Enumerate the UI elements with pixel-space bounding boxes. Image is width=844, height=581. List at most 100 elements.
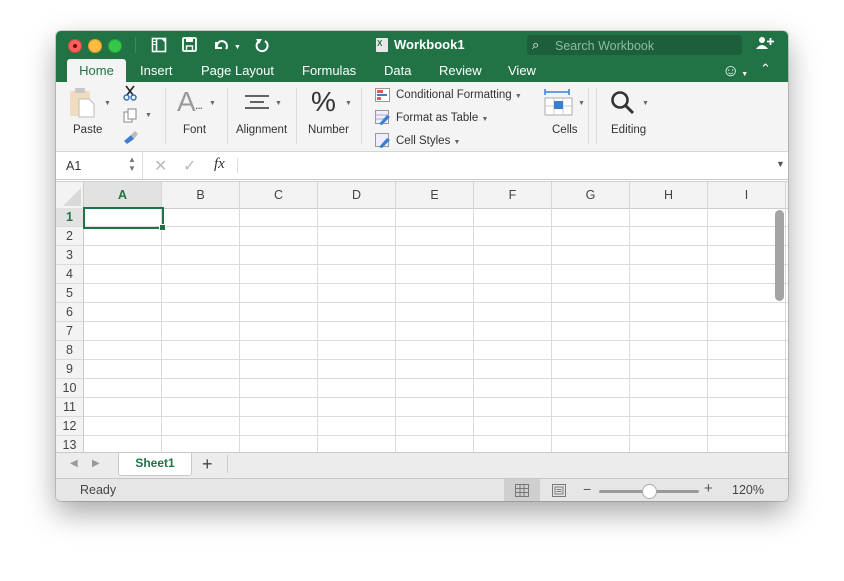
column-header-i[interactable]: I — [708, 182, 786, 208]
font-icon[interactable]: A — [177, 88, 196, 116]
tab-formulas[interactable]: Formulas — [302, 59, 356, 82]
column-header-a[interactable]: A — [84, 182, 162, 208]
name-box[interactable]: A1 — [66, 159, 81, 173]
row-header-11[interactable]: 11 — [56, 398, 84, 417]
name-box-stepper-icon[interactable]: ▲ ▼ — [128, 155, 136, 173]
divider — [596, 88, 597, 144]
paste-dropdown-icon[interactable]: ▼ — [104, 100, 111, 107]
gridline — [84, 359, 788, 360]
column-header-d[interactable]: D — [318, 182, 396, 208]
cells-icon[interactable] — [544, 88, 574, 116]
column-header-e[interactable]: E — [396, 182, 474, 208]
cancel-icon[interactable]: ✕ — [154, 156, 167, 176]
minimize-button[interactable] — [88, 39, 102, 53]
cells-dropdown-icon[interactable]: ▼ — [578, 100, 585, 107]
sheet-tab-sheet1[interactable]: Sheet1 — [118, 453, 192, 476]
tab-home[interactable]: Home — [67, 59, 126, 82]
tab-view[interactable]: View — [508, 59, 536, 82]
sidebar-icon[interactable] — [151, 37, 167, 53]
number-dropdown-icon[interactable]: ▼ — [345, 100, 352, 107]
normal-view-button[interactable] — [504, 479, 540, 501]
previous-sheet-icon[interactable]: ◀ — [70, 458, 78, 469]
editing-dropdown-icon[interactable]: ▼ — [642, 100, 649, 107]
column-header-h[interactable]: H — [630, 182, 708, 208]
collapse-ribbon-icon[interactable]: ⌃ — [760, 61, 771, 77]
tab-page-layout[interactable]: Page Layout — [201, 59, 274, 82]
conditional-formatting-label: Conditional Formatting — [396, 89, 512, 101]
next-sheet-icon[interactable]: ▶ — [92, 458, 100, 469]
window-title: Workbook1 — [394, 37, 465, 52]
status-bar: Ready − + 120% — [56, 478, 788, 501]
enter-icon[interactable]: ✓ — [183, 156, 196, 176]
percent-icon[interactable]: % — [311, 87, 336, 117]
page-layout-view-icon[interactable] — [552, 484, 566, 497]
zoom-level[interactable]: 120% — [732, 483, 764, 497]
cell-styles-icon[interactable] — [375, 133, 391, 148]
selected-cell[interactable] — [83, 207, 166, 231]
zoom-slider-thumb[interactable] — [642, 484, 657, 499]
alignment-dropdown-icon[interactable]: ▼ — [275, 100, 282, 107]
insert-function-button[interactable]: fx — [214, 156, 225, 173]
select-all-button[interactable] — [61, 188, 81, 206]
close-button[interactable] — [68, 39, 82, 53]
excel-document-icon — [376, 38, 388, 52]
row-header-9[interactable]: 9 — [56, 360, 84, 379]
gridline — [84, 416, 788, 417]
copy-dropdown-icon[interactable]: ▼ — [145, 112, 152, 119]
redo-icon[interactable] — [254, 37, 269, 53]
row-header-8[interactable]: 8 — [56, 341, 84, 360]
conditional-formatting-button[interactable]: Conditional Formatting ▼ — [396, 89, 522, 101]
row-header-3[interactable]: 3 — [56, 246, 84, 265]
cell-styles-button[interactable]: Cell Styles ▼ — [396, 135, 460, 147]
save-icon[interactable] — [182, 37, 197, 52]
copy-icon[interactable] — [123, 108, 137, 123]
column-header-b[interactable]: B — [162, 182, 240, 208]
formula-input[interactable] — [244, 158, 764, 174]
zoom-in-button[interactable]: + — [704, 480, 713, 497]
paste-label: Paste — [73, 124, 103, 136]
cell-grid[interactable] — [84, 208, 788, 452]
row-header-6[interactable]: 6 — [56, 303, 84, 322]
cut-icon[interactable] — [123, 85, 137, 101]
cells-label: Cells — [552, 124, 578, 136]
row-header-5[interactable]: 5 — [56, 284, 84, 303]
row-header-1[interactable]: 1 — [56, 208, 84, 227]
conditional-formatting-icon[interactable] — [375, 88, 390, 102]
expand-formula-bar-icon[interactable]: ▼ — [776, 159, 785, 169]
tab-review[interactable]: Review — [439, 59, 482, 82]
divider — [361, 88, 362, 144]
column-header-c[interactable]: C — [240, 182, 318, 208]
row-header-4[interactable]: 4 — [56, 265, 84, 284]
format-as-table-label: Format as Table — [396, 112, 479, 124]
row-header-7[interactable]: 7 — [56, 322, 84, 341]
format-as-table-icon[interactable] — [375, 110, 391, 125]
zoom-out-button[interactable]: − — [583, 481, 591, 497]
gridline — [84, 226, 788, 227]
zoom-button[interactable] — [108, 39, 122, 53]
alignment-icon[interactable] — [245, 94, 269, 112]
undo-dropdown-icon[interactable]: ▼ — [234, 40, 241, 56]
tab-insert[interactable]: Insert — [140, 59, 173, 82]
row-header-10[interactable]: 10 — [56, 379, 84, 398]
add-sheet-button[interactable]: + — [202, 454, 213, 475]
gridline — [84, 435, 788, 436]
format-as-table-button[interactable]: Format as Table ▼ — [396, 112, 488, 124]
paste-icon[interactable] — [69, 88, 95, 118]
gridline — [84, 245, 788, 246]
search-box[interactable]: ⌕ — [527, 35, 742, 56]
sheet-tab-bar: ◀ ▶ Sheet1 + — [56, 452, 788, 478]
format-painter-icon[interactable] — [122, 130, 139, 145]
formula-bar: A1 ▲ ▼ ✕ ✓ fx ▼ — [56, 152, 788, 180]
vertical-scrollbar[interactable] — [775, 210, 784, 301]
undo-icon[interactable] — [212, 37, 230, 53]
search-icon: ⌕ — [532, 37, 540, 52]
column-header-f[interactable]: F — [474, 182, 552, 208]
column-header-g[interactable]: G — [552, 182, 630, 208]
row-header-12[interactable]: 12 — [56, 417, 84, 436]
tab-data[interactable]: Data — [384, 59, 411, 82]
editing-search-icon[interactable] — [610, 90, 636, 116]
font-dropdown-icon[interactable]: ▼ — [209, 100, 216, 107]
row-header-2[interactable]: 2 — [56, 227, 84, 246]
search-input[interactable] — [553, 36, 742, 56]
share-icon[interactable] — [756, 36, 774, 50]
